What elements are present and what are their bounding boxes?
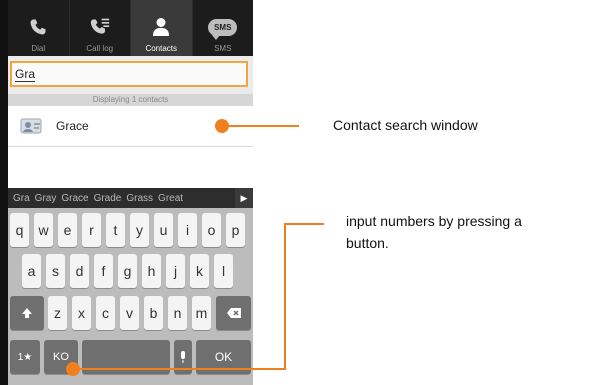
suggestion-item[interactable]: Grade [94, 193, 122, 204]
suggestion-item[interactable]: Great [158, 193, 183, 204]
ok-key-label: OK [214, 350, 233, 364]
key[interactable]: u [154, 213, 173, 247]
tab-dial-label: Dial [31, 44, 46, 53]
shift-key[interactable] [10, 296, 44, 330]
key-label: a [27, 263, 36, 279]
contact-search-callout: Contact search window [333, 117, 478, 133]
tab-sms[interactable]: SMS SMS [193, 0, 254, 56]
results-count: Displaying 1 contacts [8, 94, 253, 106]
tab-call-log-label: Call log [86, 44, 114, 53]
keyboard: q w e r t y u i o p a s d f g h j k l z … [8, 208, 253, 385]
key[interactable]: z [48, 296, 67, 330]
tab-dial[interactable]: Dial [8, 0, 70, 56]
key[interactable]: c [96, 296, 115, 330]
search-bar: Gra [8, 56, 253, 94]
key-label: e [63, 222, 72, 238]
key-label: x [78, 305, 85, 321]
contact-avatar-icon [20, 117, 44, 135]
key-label: p [231, 222, 240, 238]
key-label: f [101, 263, 106, 279]
key-label: s [52, 263, 59, 279]
key-label: d [75, 263, 84, 279]
tab-contacts-label: Contacts [145, 44, 178, 53]
key[interactable]: n [168, 296, 187, 330]
key[interactable]: r [82, 213, 101, 247]
key-label: q [15, 222, 24, 238]
key[interactable]: q [10, 213, 29, 247]
key-label: h [147, 263, 156, 279]
key[interactable]: g [118, 254, 137, 288]
key-label: g [123, 263, 132, 279]
symbols-key-label: 1★ [17, 351, 33, 363]
microphone-icon [181, 351, 185, 363]
tab-contacts[interactable]: Contacts [131, 0, 193, 56]
key[interactable]: x [72, 296, 91, 330]
suggestion-item[interactable]: Grass [126, 193, 153, 204]
sms-badge: SMS [208, 18, 238, 40]
key[interactable]: y [130, 213, 149, 247]
input-numbers-callout-line1: input numbers by pressing a [346, 213, 522, 229]
key[interactable]: w [34, 213, 53, 247]
shift-icon [22, 308, 32, 318]
tab-call-log[interactable]: Call log [70, 0, 131, 56]
key[interactable]: f [94, 254, 113, 288]
suggestion-item[interactable]: Gray [35, 193, 57, 204]
key-label: c [102, 305, 109, 321]
key-label: i [185, 222, 190, 238]
key-label: u [159, 222, 168, 238]
key-label: k [196, 263, 203, 279]
key-label: r [89, 222, 94, 238]
key[interactable]: i [178, 213, 197, 247]
key[interactable]: j [166, 254, 185, 288]
key[interactable]: h [142, 254, 161, 288]
key-label: j [173, 263, 178, 279]
person-icon [152, 12, 170, 42]
suggestion-item[interactable]: Gra [13, 193, 30, 204]
callout-line [73, 368, 285, 370]
symbols-key[interactable]: 1★ [10, 340, 40, 374]
key-label: l [221, 263, 226, 279]
key[interactable]: a [22, 254, 41, 288]
callout-line [284, 223, 286, 370]
key-label: o [207, 222, 216, 238]
key[interactable]: k [190, 254, 209, 288]
key-label: b [149, 305, 158, 321]
phone-icon [29, 12, 47, 42]
tab-bar: Dial Call log Contacts SMS SMS [8, 0, 253, 56]
input-numbers-callout-line2: button. [346, 235, 389, 251]
search-input-value: Gra [15, 67, 36, 82]
contact-list: Grace [8, 106, 253, 188]
phone-screen: Dial Call log Contacts SMS SMS Gra Displ… [0, 0, 253, 385]
key[interactable]: d [70, 254, 89, 288]
callout-line [284, 223, 324, 225]
contact-search-input[interactable]: Gra [10, 61, 248, 87]
suggestion-expand-icon[interactable]: ▶ [235, 188, 253, 208]
key[interactable]: l [214, 254, 233, 288]
suggestion-item[interactable]: Grace [61, 193, 88, 204]
key-label: t [113, 222, 118, 238]
suggestion-bar: Gra Gray Grace Grade Grass Great ▶ [8, 188, 253, 208]
key-label: y [136, 222, 143, 238]
tab-sms-label: SMS [214, 44, 232, 53]
call-log-icon [89, 12, 111, 42]
backspace-icon [226, 308, 241, 318]
key[interactable]: b [144, 296, 163, 330]
key[interactable]: t [106, 213, 125, 247]
language-key-label: KO [53, 351, 69, 363]
key[interactable]: o [202, 213, 221, 247]
key[interactable]: m [192, 296, 211, 330]
sms-icon: SMS [208, 12, 238, 42]
key[interactable]: p [226, 213, 245, 247]
key[interactable]: v [120, 296, 139, 330]
key[interactable]: s [46, 254, 65, 288]
backspace-key[interactable] [216, 296, 251, 330]
key-label: w [38, 222, 49, 238]
callout-line [222, 125, 299, 127]
key-label: m [195, 305, 208, 321]
key-label: n [173, 305, 182, 321]
key-label: v [126, 305, 133, 321]
contact-name: Grace [56, 119, 89, 133]
key[interactable]: e [58, 213, 77, 247]
key-label: z [54, 305, 61, 321]
